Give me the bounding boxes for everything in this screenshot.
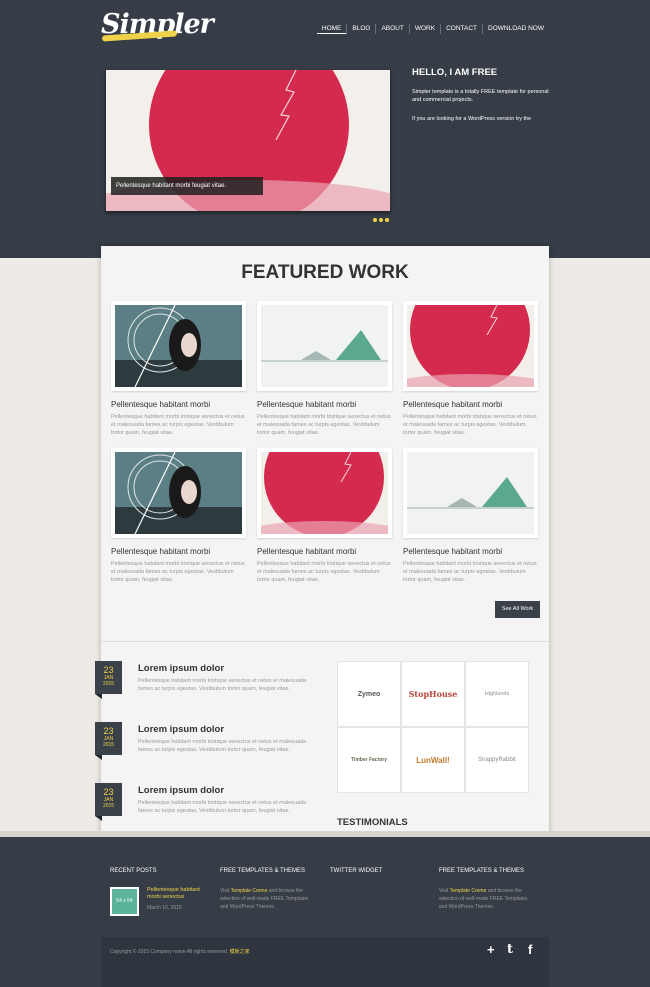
footer-recent-posts-title: RECENT POSTS bbox=[110, 868, 157, 874]
date-day: 23 bbox=[103, 726, 114, 736]
work-thumb-frame[interactable] bbox=[403, 301, 538, 391]
date-badge-fold bbox=[95, 816, 102, 821]
plus-icon[interactable]: + bbox=[487, 942, 495, 957]
portrait-image bbox=[115, 305, 242, 387]
blog-post: 23 JAN 2015 Lorem ipsum dolor Pellentesq… bbox=[95, 783, 310, 833]
post-title[interactable]: Lorem ipsum dolor bbox=[138, 785, 224, 796]
client-logo[interactable]: Timber Factory bbox=[337, 727, 401, 793]
slider-dot[interactable] bbox=[385, 218, 389, 222]
work-thumb-frame[interactable] bbox=[111, 301, 246, 391]
work-item[interactable]: Pellentesque habitant morbi Pellentesque… bbox=[257, 301, 392, 437]
nav-home[interactable]: HOME bbox=[316, 24, 347, 34]
recent-post-link[interactable]: Pellentesque habitant morbi senectus bbox=[147, 887, 212, 901]
footer-twitter-title: TWITTER WIDGET bbox=[330, 868, 383, 874]
featured-title: FEATURED WORK bbox=[241, 262, 409, 283]
recent-post-thumbnail[interactable]: 54 x 54 bbox=[110, 887, 139, 916]
testimonials-title: TESTIMONIALS bbox=[337, 817, 408, 828]
portrait-image bbox=[115, 452, 242, 534]
footer-templates-title: FREE TEMPLATES & THEMES bbox=[220, 868, 306, 874]
footer-bottom-bar bbox=[101, 937, 549, 987]
date-badge: 23 JAN 2015 bbox=[95, 783, 122, 816]
recent-post-date: March 10, 2015 bbox=[147, 905, 182, 911]
work-item[interactable]: Pellentesque habitant morbi Pellentesque… bbox=[111, 448, 246, 584]
date-year: 2015 bbox=[102, 803, 115, 809]
date-day: 23 bbox=[103, 787, 114, 797]
slider-dot[interactable] bbox=[379, 218, 383, 222]
nav-work[interactable]: WORK bbox=[408, 24, 440, 34]
work-title[interactable]: Pellentesque habitant morbi bbox=[257, 400, 392, 409]
work-description: Pellentesque habitant morbi tristique se… bbox=[111, 561, 245, 583]
post-title[interactable]: Lorem ipsum dolor bbox=[138, 663, 224, 674]
work-title[interactable]: Pellentesque habitant morbi bbox=[111, 400, 246, 409]
facebook-icon[interactable]: f bbox=[528, 942, 532, 957]
template-creme-link[interactable]: Template Creme bbox=[231, 888, 268, 894]
work-item[interactable]: Pellentesque habitant morbi Pellentesque… bbox=[403, 301, 538, 437]
work-description: Pellentesque habitant morbi tristique se… bbox=[257, 561, 391, 583]
client-logo[interactable]: Zymeo bbox=[337, 661, 401, 727]
blog-post: 23 JAN 2015 Lorem ipsum dolor Pellentesq… bbox=[95, 661, 310, 711]
date-badge: 23 JAN 2015 bbox=[95, 661, 122, 694]
date-badge-fold bbox=[95, 755, 102, 760]
see-all-work-button[interactable]: See All Work bbox=[495, 601, 540, 618]
visit-label: Visit bbox=[439, 888, 449, 894]
work-title[interactable]: Pellentesque habitant morbi bbox=[403, 547, 538, 556]
hero-caption: Pellentesque habitant morbi feugiat vita… bbox=[111, 177, 263, 195]
hello-title: HELLO, I AM FREE bbox=[412, 67, 498, 78]
work-item[interactable]: Pellentesque habitant morbi Pellentesque… bbox=[403, 448, 538, 584]
work-thumb-frame[interactable] bbox=[257, 301, 392, 391]
hello-text-wordpress: If you are looking for a WordPress versi… bbox=[412, 116, 532, 122]
red-sun-image bbox=[261, 452, 388, 534]
template-creme-link[interactable]: Template Creme bbox=[450, 888, 487, 894]
date-badge: 23 JAN 2015 bbox=[95, 722, 122, 755]
work-title[interactable]: Pellentesque habitant morbi bbox=[257, 547, 392, 556]
post-title[interactable]: Lorem ipsum dolor bbox=[138, 724, 224, 735]
footer-templates-text: Visit Template Creme and browse the sele… bbox=[439, 887, 534, 911]
thumbnail-placeholder: 54 x 54 bbox=[112, 889, 137, 914]
client-logo[interactable]: LunWall! bbox=[401, 727, 465, 793]
work-description: Pellentesque habitant morbi tristique se… bbox=[403, 561, 537, 583]
work-item[interactable]: Pellentesque habitant morbi Pellentesque… bbox=[111, 301, 246, 437]
mountain-image bbox=[407, 452, 534, 534]
red-sun-image bbox=[407, 305, 534, 387]
mountain-image bbox=[261, 305, 388, 387]
work-title[interactable]: Pellentesque habitant morbi bbox=[403, 400, 538, 409]
nav-contact[interactable]: CONTACT bbox=[440, 24, 482, 34]
work-title[interactable]: Pellentesque habitant morbi bbox=[111, 547, 246, 556]
footer-templates-title: FREE TEMPLATES & THEMES bbox=[439, 868, 525, 874]
work-item[interactable]: Pellentesque habitant morbi Pellentesque… bbox=[257, 448, 392, 584]
section-divider bbox=[101, 641, 549, 642]
hello-text: Simpler template is a totally FREE templ… bbox=[412, 89, 549, 103]
slider-dot[interactable] bbox=[373, 218, 377, 222]
copyright-link[interactable]: 模板之家 bbox=[230, 949, 250, 955]
client-logos-grid: Zymeo StopHouse Highlands Timber Factory… bbox=[337, 661, 529, 793]
work-thumb-frame[interactable] bbox=[403, 448, 538, 538]
twitter-icon[interactable]: t bbox=[507, 942, 513, 957]
footer-templates-text: Visit Template Creme and browse the sele… bbox=[220, 887, 315, 911]
date-year: 2015 bbox=[102, 681, 115, 687]
work-description: Pellentesque habitant morbi tristique se… bbox=[111, 414, 245, 436]
nav-blog[interactable]: BLOG bbox=[346, 24, 375, 34]
work-description: Pellentesque habitant morbi tristique se… bbox=[403, 414, 537, 436]
main-nav: HOME BLOG ABOUT WORK CONTACT DOWNLOAD NO… bbox=[316, 24, 549, 34]
nav-download[interactable]: DOWNLOAD NOW bbox=[482, 24, 549, 34]
copyright: Copyright © 2015 Company name All rights… bbox=[110, 948, 250, 955]
client-logo[interactable]: Highlands bbox=[465, 661, 529, 727]
nav-about[interactable]: ABOUT bbox=[375, 24, 408, 34]
work-thumb-frame[interactable] bbox=[111, 448, 246, 538]
date-day: 23 bbox=[103, 665, 114, 675]
date-year: 2015 bbox=[102, 742, 115, 748]
slider-dots bbox=[373, 218, 389, 222]
post-excerpt: Pellentesque habitant morbi tristique se… bbox=[138, 739, 307, 753]
copyright-text: Copyright © 2015 Company name All rights… bbox=[110, 949, 229, 955]
client-logo[interactable]: StopHouse bbox=[401, 661, 465, 727]
work-description: Pellentesque habitant morbi tristique se… bbox=[257, 414, 391, 436]
post-excerpt: Pellentesque habitant morbi tristique se… bbox=[138, 800, 307, 814]
visit-label: Visit bbox=[220, 888, 230, 894]
client-logo[interactable]: SnappyRabbit bbox=[465, 727, 529, 793]
post-excerpt: Pellentesque habitant morbi tristique se… bbox=[138, 678, 307, 692]
work-thumb-frame[interactable] bbox=[257, 448, 392, 538]
blog-post: 23 JAN 2015 Lorem ipsum dolor Pellentesq… bbox=[95, 722, 310, 772]
date-badge-fold bbox=[95, 694, 102, 699]
